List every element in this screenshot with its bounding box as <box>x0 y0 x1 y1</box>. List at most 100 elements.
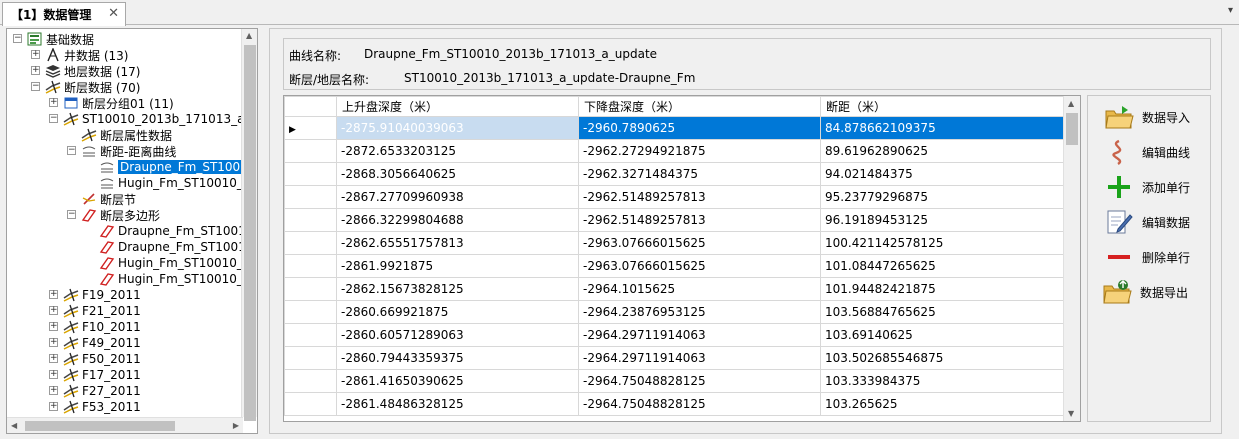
tree-item[interactable]: 基础数据 <box>27 31 94 47</box>
table-cell[interactable]: -2867.27709960938 <box>336 185 579 209</box>
table-cell[interactable]: -2962.27294921875 <box>578 139 821 163</box>
table-cell[interactable]: -2964.29711914063 <box>578 323 821 347</box>
table-cell[interactable]: -2862.15673828125 <box>336 277 579 301</box>
collapse-icon[interactable]: − <box>49 114 58 123</box>
table-cell[interactable]: -2963.07666015625 <box>578 254 821 278</box>
table-cell[interactable]: -2872.6533203125 <box>336 139 579 163</box>
scroll-left-icon[interactable]: ◀ <box>11 421 17 430</box>
table-cell[interactable]: 100.421142578125 <box>820 231 1065 255</box>
table-cell[interactable]: 103.265625 <box>820 392 1065 416</box>
tree-item[interactable]: 断层分组01 (11) <box>63 95 174 111</box>
expand-icon[interactable]: + <box>31 50 40 59</box>
table-cell[interactable]: -2860.60571289063 <box>336 323 579 347</box>
import-data-button[interactable]: 数据导入 <box>1088 102 1212 132</box>
table-cell[interactable]: 89.61962890625 <box>820 139 1065 163</box>
collapse-icon[interactable]: − <box>67 146 76 155</box>
row-header[interactable] <box>284 139 337 163</box>
tree-item[interactable]: Hugin_Fm_ST10010_ <box>99 255 243 271</box>
scrollbar-thumb[interactable] <box>25 421 175 431</box>
table-cell[interactable]: 101.94482421875 <box>820 277 1065 301</box>
expand-icon[interactable]: + <box>31 66 40 75</box>
table-row[interactable]: ▶ -2875.91040039063 -2960.7890625 84.878662… <box>284 116 1065 140</box>
expand-icon[interactable]: + <box>49 354 58 363</box>
tree-item[interactable]: F10_2011 <box>63 319 141 335</box>
table-cell[interactable]: 103.56884765625 <box>820 300 1065 324</box>
table-cell[interactable]: -2860.669921875 <box>336 300 579 324</box>
column-header[interactable]: 上升盘深度（米） <box>336 96 579 117</box>
collapse-icon[interactable]: − <box>13 34 22 43</box>
table-cell[interactable]: 103.333984375 <box>820 369 1065 393</box>
tree-horizontal-scrollbar[interactable]: ◀ ▶ <box>7 417 243 433</box>
table-row[interactable]: -2862.15673828125 -2964.1015625 101.944824… <box>284 277 1065 301</box>
table-cell[interactable]: -2861.9921875 <box>336 254 579 278</box>
table-cell[interactable]: 96.19189453125 <box>820 208 1065 232</box>
table-row[interactable]: -2861.48486328125 -2964.75048828125 103.26… <box>284 392 1065 416</box>
tree-item[interactable]: F17_2011 <box>63 367 141 383</box>
row-header[interactable] <box>284 346 337 370</box>
table-cell[interactable]: -2964.75048828125 <box>578 369 821 393</box>
scrollbar-thumb[interactable] <box>1066 113 1078 145</box>
row-header[interactable] <box>284 323 337 347</box>
table-cell[interactable]: -2875.91040039063 <box>336 116 579 140</box>
scroll-up-icon[interactable]: ▲ <box>1068 99 1074 108</box>
tree-item[interactable]: 断距-距离曲线 <box>81 143 176 159</box>
expand-icon[interactable]: + <box>49 386 58 395</box>
row-header[interactable] <box>284 392 337 416</box>
scrollbar-thumb[interactable] <box>244 45 256 421</box>
table-cell[interactable]: -2962.51489257813 <box>578 208 821 232</box>
row-header[interactable]: ▶ <box>284 116 337 140</box>
data-grid[interactable]: 上升盘深度（米） 下降盘深度（米） 断距（米） ▶ -2875.910400390… <box>283 95 1081 422</box>
expand-icon[interactable]: + <box>49 338 58 347</box>
tree-item[interactable]: F49_2011 <box>63 335 141 351</box>
edit-data-button[interactable]: 编辑数据 <box>1088 207 1212 237</box>
data-tree[interactable]: − 基础数据 + 井数据 (13) + 地层数据 (17) − 断层数据 (70) + 断层分组0… <box>6 28 258 434</box>
expand-icon[interactable]: + <box>49 370 58 379</box>
row-header[interactable] <box>284 231 337 255</box>
table-cell[interactable]: 103.69140625 <box>820 323 1065 347</box>
scroll-up-icon[interactable]: ▲ <box>246 31 252 40</box>
tree-item[interactable]: 地层数据 (17) <box>45 63 140 79</box>
tree-item[interactable]: F50_2011 <box>63 351 141 367</box>
row-header[interactable] <box>284 369 337 393</box>
row-header[interactable] <box>284 208 337 232</box>
row-header[interactable] <box>284 185 337 209</box>
table-row[interactable]: -2862.65551757813 -2963.07666015625 100.42… <box>284 231 1065 255</box>
column-header[interactable]: 下降盘深度（米） <box>578 96 821 117</box>
edit-curve-button[interactable]: 编辑曲线 <box>1088 137 1212 167</box>
table-cell[interactable]: -2862.65551757813 <box>336 231 579 255</box>
expand-icon[interactable]: + <box>49 290 58 299</box>
tree-item[interactable]: 断层数据 (70) <box>45 79 140 95</box>
tree-vertical-scrollbar[interactable]: ▲ <box>241 29 257 421</box>
table-cell[interactable]: 103.502685546875 <box>820 346 1065 370</box>
table-row[interactable]: -2866.32299804688 -2962.51489257813 96.191… <box>284 208 1065 232</box>
table-cell[interactable]: 101.08447265625 <box>820 254 1065 278</box>
table-cell[interactable]: -2962.51489257813 <box>578 185 821 209</box>
table-cell[interactable]: -2868.3056640625 <box>336 162 579 186</box>
row-header[interactable] <box>284 277 337 301</box>
scroll-right-icon[interactable]: ▶ <box>233 421 239 430</box>
table-row[interactable]: -2867.27709960938 -2962.51489257813 95.237… <box>284 185 1065 209</box>
row-header[interactable] <box>284 300 337 324</box>
expand-icon[interactable]: + <box>49 322 58 331</box>
row-header[interactable] <box>284 254 337 278</box>
table-row[interactable]: -2872.6533203125 -2962.27294921875 89.6196… <box>284 139 1065 163</box>
tree-item[interactable]: 断层多边形 <box>81 207 160 223</box>
table-cell[interactable]: -2964.75048828125 <box>578 392 821 416</box>
table-row[interactable]: -2861.9921875 -2963.07666015625 101.084472… <box>284 254 1065 278</box>
table-row[interactable]: -2860.60571289063 -2964.29711914063 103.69… <box>284 323 1065 347</box>
tree-item[interactable]: F21_2011 <box>63 303 141 319</box>
tree-item[interactable]: F53_2011 <box>63 399 141 415</box>
table-cell[interactable]: -2964.23876953125 <box>578 300 821 324</box>
tree-item[interactable]: Draupne_Fm_ST1001 <box>99 223 246 239</box>
tree-item[interactable]: Draupne_Fm_ST1001 <box>99 159 250 175</box>
column-header[interactable]: 断距（米） <box>820 96 1065 117</box>
tree-item[interactable]: 井数据 (13) <box>45 47 128 63</box>
expand-icon[interactable]: + <box>49 98 58 107</box>
table-cell[interactable]: -2860.79443359375 <box>336 346 579 370</box>
table-row[interactable]: -2860.669921875 -2964.23876953125 103.5688… <box>284 300 1065 324</box>
table-cell[interactable]: -2861.41650390625 <box>336 369 579 393</box>
table-cell[interactable]: -2866.32299804688 <box>336 208 579 232</box>
table-cell[interactable]: 94.021484375 <box>820 162 1065 186</box>
tree-item[interactable]: F27_2011 <box>63 383 141 399</box>
tree-item[interactable]: Draupne_Fm_ST1001 <box>99 239 246 255</box>
